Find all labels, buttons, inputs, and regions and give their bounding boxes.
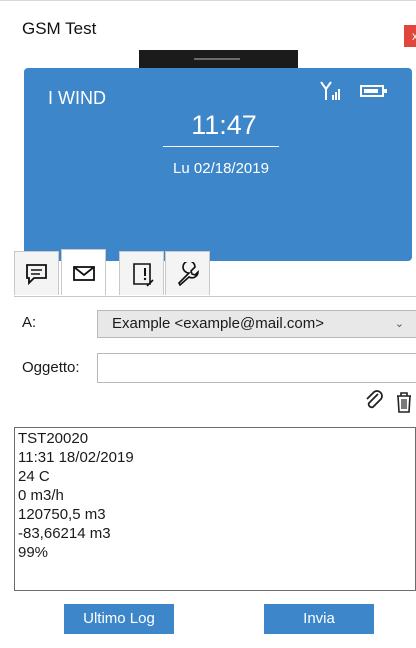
clock-divider [163,146,279,147]
drag-handle[interactable] [139,50,298,68]
message-line: -83,66214 m3 [18,525,111,542]
tab-separator [14,296,416,297]
message-line: 24 C [18,468,50,485]
message-line: 0 m3/h [18,487,64,504]
signal-icon [320,81,340,100]
title-bar: GSM Test x [0,0,416,47]
message-line: 99% [18,544,49,561]
message-body[interactable]: TST20020 11:31 18/02/2019 24 C 0 m3/h 12… [14,427,416,591]
tab-settings[interactable] [165,251,210,295]
phone-status-panel: I WIND 11:47 Lu 02/18/2019 [24,68,412,261]
recipient-value: Example <example@mail.com> [112,315,324,332]
wrench-icon [178,262,199,286]
subject-label: Oggetto: [22,359,80,376]
close-button[interactable]: x [404,25,416,47]
battery-icon [360,85,387,97]
paperclip-icon[interactable] [364,390,384,412]
window-title: GSM Test [22,19,97,38]
operator-name: I WIND [48,88,106,108]
clock-date: Lu 02/18/2019 [173,160,269,177]
last-log-button[interactable]: Ultimo Log [64,604,174,634]
tab-log[interactable] [119,251,164,295]
trash-icon[interactable] [395,391,413,413]
mail-icon [73,266,95,281]
message-line: 11:31 18/02/2019 [18,449,134,466]
clock-time: 11:47 [191,110,257,140]
send-button[interactable]: Invia [264,604,374,634]
message-line: 120750,5 m3 [18,506,106,523]
tab-sms[interactable] [14,251,59,295]
to-label: A: [22,314,37,331]
grip-icon [194,58,240,60]
chevron-down-icon: ⌄ [394,318,404,330]
log-icon [133,263,154,287]
message-line: TST20020 [18,430,89,447]
subject-input[interactable] [97,353,416,383]
tab-email[interactable] [61,249,106,295]
sms-icon [26,264,47,286]
recipient-select[interactable]: Example <example@mail.com> ⌄ [97,310,416,338]
